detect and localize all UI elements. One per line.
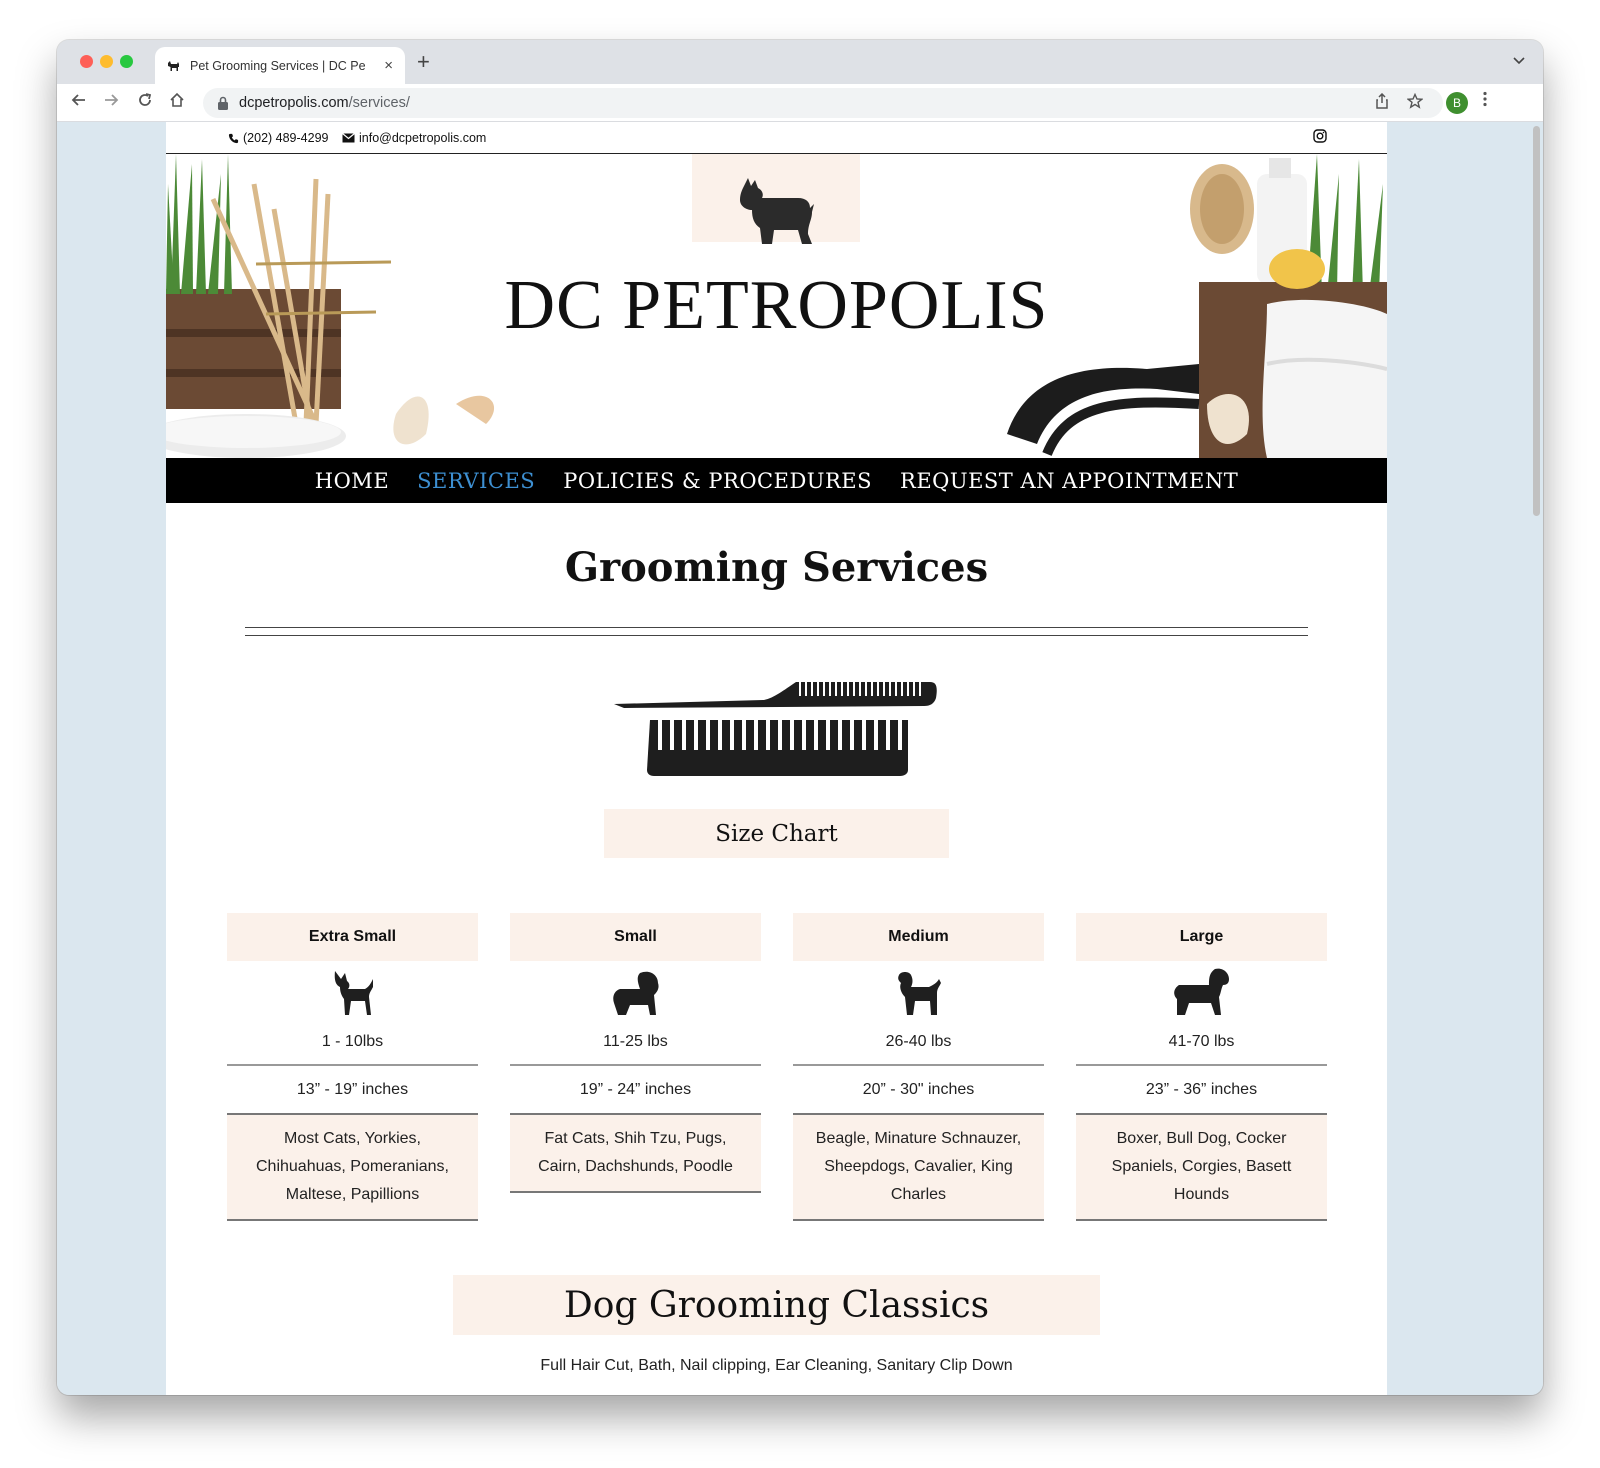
size-chart-heading: Size Chart <box>604 809 949 858</box>
logo-box <box>692 154 860 244</box>
nav-home[interactable]: HOME <box>315 469 389 493</box>
email-icon <box>342 133 355 143</box>
tab-title: Pet Grooming Services | DC Pe <box>190 58 366 73</box>
tab-close-icon[interactable]: × <box>384 57 393 74</box>
dog-favicon-icon <box>167 59 181 73</box>
phone-number: (202) 489-4299 <box>243 131 329 145</box>
size-weight: 41-70 lbs <box>1076 1019 1327 1066</box>
lock-icon <box>218 96 228 110</box>
url-path: /services/ <box>348 95 410 111</box>
beagle-silhouette-icon <box>793 961 1044 1019</box>
bookmark-star-icon[interactable] <box>1406 92 1424 114</box>
main-navigation: HOME SERVICES POLICIES & PROCEDURES REQU… <box>166 458 1387 503</box>
title-divider-bottom <box>245 635 1308 636</box>
size-column-large: Large 41-70 lbs 23” - 36” inches Boxer, … <box>1076 913 1327 1221</box>
page-viewport: (202) 489-4299 info@dcpetropolis.com DC … <box>57 122 1543 1395</box>
forward-arrow-icon[interactable] <box>100 92 122 114</box>
back-arrow-icon[interactable] <box>68 92 90 114</box>
browser-tab[interactable]: Pet Grooming Services | DC Pe × <box>155 47 405 84</box>
email-address: info@dcpetropolis.com <box>359 131 487 145</box>
scrollbar-thumb[interactable] <box>1533 126 1540 516</box>
size-name: Small <box>510 913 761 961</box>
classics-description: Full Hair Cut, Bath, Nail clipping, Ear … <box>540 1357 1013 1374</box>
grooming-services-title: Grooming Services <box>564 544 989 591</box>
size-height: 23” - 36” inches <box>1076 1066 1327 1115</box>
maximize-window-button[interactable] <box>120 55 133 68</box>
browser-menu-icon[interactable] <box>1483 91 1487 112</box>
phone-icon <box>228 133 239 143</box>
home-icon[interactable] <box>166 92 188 114</box>
size-weight: 11-25 lbs <box>510 1019 761 1066</box>
size-breeds: Beagle, Minature Schnauzer, Sheepdogs, C… <box>793 1115 1044 1221</box>
page-content: (202) 489-4299 info@dcpetropolis.com DC … <box>166 122 1387 1395</box>
instagram-icon[interactable] <box>1313 129 1327 146</box>
url-text: dcpetropolis.com/services/ <box>239 95 410 111</box>
contact-bar: (202) 489-4299 info@dcpetropolis.com <box>166 122 1387 154</box>
nav-request-appointment[interactable]: REQUEST AN APPOINTMENT <box>900 469 1238 493</box>
nav-policies-procedures[interactable]: POLICIES & PROCEDURES <box>563 469 872 493</box>
email-contact[interactable]: info@dcpetropolis.com <box>342 131 486 145</box>
browser-toolbar: dcpetropolis.com/services/ B <box>57 84 1543 122</box>
size-column-medium: Medium 26-40 lbs 20” - 30" inches Beagle… <box>793 913 1044 1221</box>
combs-image <box>614 682 937 776</box>
size-name: Extra Small <box>227 913 478 961</box>
browser-window: Pet Grooming Services | DC Pe × + dcpetr… <box>57 40 1543 1395</box>
size-name: Medium <box>793 913 1044 961</box>
minimize-window-button[interactable] <box>100 55 113 68</box>
phone-contact[interactable]: (202) 489-4299 <box>228 131 328 145</box>
address-bar[interactable]: dcpetropolis.com/services/ <box>203 88 1443 118</box>
size-breeds: Most Cats, Yorkies, Chihuahuas, Pomerani… <box>227 1115 478 1221</box>
shih-tzu-silhouette-icon <box>510 961 761 1019</box>
tab-search-chevron-icon[interactable] <box>1513 54 1525 68</box>
size-column-small: Small 11-25 lbs 19” - 24” inches Fat Cat… <box>510 913 761 1193</box>
size-name: Large <box>1076 913 1327 961</box>
dog-grooming-classics-heading: Dog Grooming Classics <box>453 1275 1100 1335</box>
size-breeds: Fat Cats, Shih Tzu, Pugs, Cairn, Dachshu… <box>510 1115 761 1193</box>
size-breeds: Boxer, Bull Dog, Cocker Spaniels, Corgie… <box>1076 1115 1327 1221</box>
nav-services[interactable]: SERVICES <box>417 469 535 493</box>
title-divider-top <box>245 627 1308 628</box>
size-column-extra-small: Extra Small 1 - 10lbs 13” - 19” inches M… <box>227 913 478 1221</box>
close-window-button[interactable] <box>80 55 93 68</box>
tab-bar: Pet Grooming Services | DC Pe × + <box>57 40 1543 84</box>
scottie-dog-logo-icon <box>740 178 814 244</box>
size-height: 20” - 30" inches <box>793 1066 1044 1115</box>
size-weight: 26-40 lbs <box>793 1019 1044 1066</box>
reload-icon[interactable] <box>134 92 156 114</box>
new-tab-button[interactable]: + <box>417 51 430 73</box>
size-height: 13” - 19” inches <box>227 1066 478 1115</box>
size-height: 19” - 24” inches <box>510 1066 761 1115</box>
url-domain: dcpetropolis.com <box>239 95 349 111</box>
size-weight: 1 - 10lbs <box>227 1019 478 1066</box>
grooming-still-life-right-image <box>1007 154 1387 458</box>
hero-banner: DC PETROPOLIS <box>166 154 1387 458</box>
profile-avatar[interactable]: B <box>1446 92 1468 114</box>
share-icon[interactable] <box>1375 92 1389 114</box>
spaniel-silhouette-icon <box>1076 961 1327 1019</box>
chihuahua-silhouette-icon <box>227 961 478 1019</box>
